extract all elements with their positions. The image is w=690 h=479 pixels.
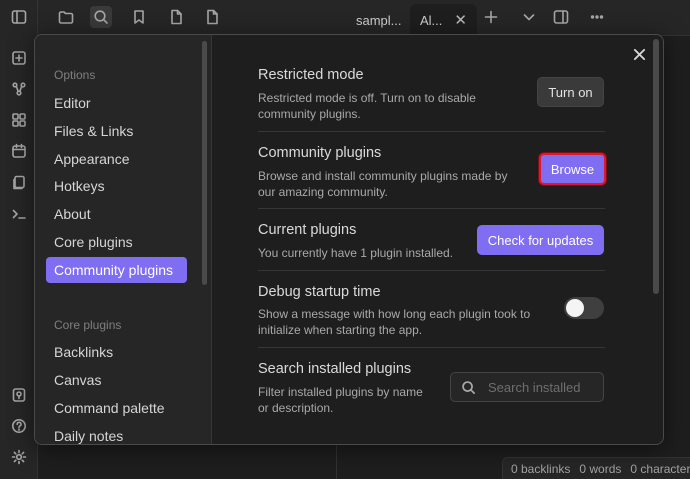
tab-sample[interactable]: sampl... (346, 4, 412, 36)
sidebar-toggle-icon[interactable] (8, 6, 30, 28)
sidebar-item-canvas[interactable]: Canvas (46, 367, 187, 393)
sidebar-item-about[interactable]: About (46, 201, 187, 227)
search-installed-input[interactable] (488, 379, 598, 395)
word-count: 0 words (579, 461, 622, 476)
settings-sidebar: Options Editor Files & Links Appearance … (35, 35, 212, 444)
turn-on-button[interactable]: Turn on (537, 77, 604, 107)
setting-description: Browse and install community plugins mad… (258, 169, 508, 199)
setting-community-plugins: Community plugins Browse and install com… (258, 131, 606, 208)
file-icon[interactable] (201, 6, 223, 28)
setting-description: Show a message with how long each plugin… (258, 307, 531, 337)
sidebar-item-backlinks[interactable]: Backlinks (46, 339, 187, 365)
quick-switcher-icon[interactable] (8, 47, 30, 69)
toggle-knob (566, 299, 584, 317)
setting-description: Filter installed plugins by name or desc… (258, 385, 423, 415)
setting-name: Current plugins (258, 222, 357, 238)
settings-gear-icon[interactable] (8, 446, 30, 468)
sidebar-item-hotkeys[interactable]: Hotkeys (46, 173, 187, 199)
folder-icon[interactable] (55, 6, 77, 28)
sidebar-item-command-palette[interactable]: Command palette (46, 395, 187, 421)
new-tab-icon[interactable] (480, 6, 502, 28)
right-sidebar-toggle-icon[interactable] (550, 6, 572, 28)
backlinks-count[interactable]: 0 backlinks (511, 462, 570, 476)
setting-description: You currently have 1 plugin installed. (258, 246, 454, 260)
search-icon (462, 380, 475, 394)
setting-debug-startup-time: Debug startup time Show a message with h… (258, 270, 605, 347)
options-heading: Options (54, 68, 96, 82)
search-icon[interactable] (90, 6, 112, 28)
sidebar-item-files-links[interactable]: Files & Links (46, 118, 187, 144)
character-count: 0 characters (630, 461, 690, 476)
sidebar-item-daily-notes[interactable]: Daily notes (46, 423, 187, 444)
templates-icon[interactable] (8, 172, 30, 194)
setting-name: Search installed plugins (258, 361, 412, 377)
tab-label: sampl... (356, 12, 402, 28)
check-for-updates-button[interactable]: Check for updates (477, 225, 604, 255)
browse-button[interactable]: Browse (539, 153, 606, 185)
close-icon[interactable] (629, 44, 649, 64)
pane-divider (336, 445, 337, 479)
debug-startup-toggle[interactable] (564, 297, 604, 319)
canvas-icon[interactable] (8, 109, 30, 131)
core-plugins-heading: Core plugins (54, 318, 122, 332)
sidebar-item-community-plugins[interactable]: Community plugins (46, 257, 187, 283)
daily-note-icon[interactable] (8, 140, 30, 162)
help-icon[interactable] (8, 415, 30, 437)
tab-label: Al... (420, 12, 443, 28)
command-palette-icon[interactable] (8, 203, 30, 225)
search-installed-field[interactable] (450, 372, 604, 402)
sidebar-item-appearance[interactable]: Appearance (46, 146, 187, 172)
vault-switcher-icon[interactable] (8, 384, 30, 406)
setting-name: Debug startup time (258, 284, 381, 300)
status-bar: 0 backlinks 0 words 0 characters (502, 457, 690, 479)
graph-view-icon[interactable] (8, 78, 30, 100)
sidebar-scrollbar[interactable] (202, 41, 207, 285)
setting-restricted-mode: Restricted mode Restricted mode is off. … (258, 63, 605, 131)
sidebar-item-core-plugins[interactable]: Core plugins (46, 229, 187, 255)
chevron-down-icon[interactable] (518, 6, 540, 28)
setting-search-installed-plugins: Search installed plugins Filter installe… (258, 347, 605, 427)
file-icon[interactable] (165, 6, 187, 28)
setting-description: Restricted mode is off. Turn on to disab… (258, 91, 476, 121)
more-options-icon[interactable] (586, 6, 608, 28)
top-bar: sampl... Al... ✕ (38, 0, 690, 36)
sidebar-item-editor[interactable]: Editor (46, 90, 187, 116)
left-ribbon (0, 0, 38, 479)
setting-name: Community plugins (258, 145, 382, 161)
settings-modal: Options Editor Files & Links Appearance … (34, 34, 664, 445)
tab-active[interactable]: Al... ✕ (410, 4, 477, 36)
setting-current-plugins: Current plugins You currently have 1 plu… (258, 208, 605, 270)
bookmark-icon[interactable] (128, 6, 150, 28)
content-scrollbar[interactable] (653, 39, 659, 294)
setting-name: Restricted mode (258, 67, 364, 83)
close-tab-icon[interactable]: ✕ (454, 11, 467, 29)
